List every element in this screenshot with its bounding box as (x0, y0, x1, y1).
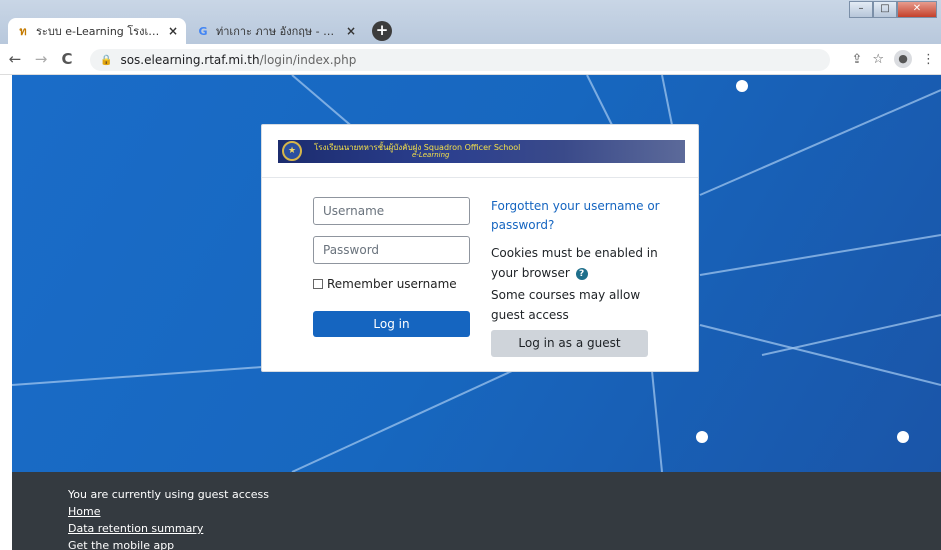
card-divider (262, 177, 698, 178)
menu-kebab-icon[interactable]: ⋮ (922, 52, 935, 67)
browser-toolbar: ← → C 🔒 sos.elearning.rtaf.mi.th/login/i… (0, 44, 941, 75)
lock-icon: 🔒 (100, 54, 113, 66)
maximize-button[interactable]: □ (873, 1, 897, 18)
remember-label: Remember username (327, 277, 457, 291)
footer-content: You are currently using guest access Hom… (68, 486, 269, 550)
reload-icon[interactable]: C (56, 50, 78, 68)
tab-google-search[interactable]: G ท่าเกาะ ภาษ อังกฤษ - Google Search × (188, 18, 364, 44)
password-input[interactable]: Password (313, 236, 470, 264)
banner-subtitle: e-Learning (412, 151, 450, 159)
share-icon[interactable]: ⇪ (851, 52, 862, 67)
forgot-password-link[interactable]: Forgotten your username or password? (491, 197, 671, 235)
google-favicon-icon: G (198, 24, 208, 38)
elearning-favicon-icon: ท (19, 25, 27, 38)
tab-close-icon[interactable]: × (168, 24, 178, 38)
login-button[interactable]: Log in (313, 311, 470, 337)
tab-title: ระบบ e-Learning โรงเรียนนายทหารชั้นผู้บั… (36, 25, 162, 38)
guest-note: Some courses may allow guest access (491, 288, 641, 322)
footer-link-home[interactable]: Home (68, 503, 269, 520)
cookies-text: Cookies must be enabled in your browser (491, 246, 658, 280)
window-controls: – □ ✕ (849, 1, 937, 18)
url-host: sos.elearning.rtaf.mi.th (120, 53, 260, 67)
address-bar[interactable]: 🔒 sos.elearning.rtaf.mi.th/login/index.p… (90, 49, 830, 71)
minimize-button[interactable]: – (849, 1, 873, 18)
browser-titlebar: ท ระบบ e-Learning โรงเรียนนายทหารชั้นผู้… (0, 0, 941, 44)
forgot-section: Forgotten your username or password? (491, 197, 671, 235)
help-icon[interactable]: ? (575, 267, 588, 280)
footer-link-data-retention[interactable]: Data retention summary (68, 520, 269, 537)
school-seal-icon: ★ (282, 141, 302, 161)
username-input[interactable]: Username (313, 197, 470, 225)
url-path: /login/index.php (259, 53, 357, 67)
tab-elearning[interactable]: ท ระบบ e-Learning โรงเรียนนายทหารชั้นผู้… (8, 18, 186, 44)
window-close-button[interactable]: ✕ (897, 1, 937, 18)
page-footer: You are currently using guest access Hom… (12, 472, 941, 550)
guest-access-status: You are currently using guest access (68, 488, 270, 501)
new-tab-button[interactable]: + (372, 21, 392, 41)
login-card: ★ โรงเรียนนายทหารชั้นผู้บังคับฝูง Squadr… (261, 124, 699, 372)
remember-checkbox[interactable] (313, 279, 323, 289)
page-left-margin (0, 75, 12, 550)
toolbar-actions: ⇪ ☆ ● ⋮ (851, 50, 935, 68)
remember-username[interactable]: Remember username (313, 277, 457, 291)
school-logo-banner: ★ โรงเรียนนายทหารชั้นผู้บังคับฝูง Squadr… (278, 140, 685, 163)
forward-icon[interactable]: → (30, 50, 52, 68)
tab-close-icon[interactable]: × (346, 24, 356, 38)
back-icon[interactable]: ← (4, 50, 26, 68)
footer-link-mobile-app[interactable]: Get the mobile app (68, 537, 269, 550)
cookies-notice: Cookies must be enabled in your browser … (491, 243, 671, 283)
bookmark-star-icon[interactable]: ☆ (872, 52, 884, 67)
guest-login-button[interactable]: Log in as a guest (491, 330, 648, 357)
profile-avatar-icon[interactable]: ● (894, 50, 912, 68)
tab-title: ท่าเกาะ ภาษ อังกฤษ - Google Search (216, 25, 340, 38)
